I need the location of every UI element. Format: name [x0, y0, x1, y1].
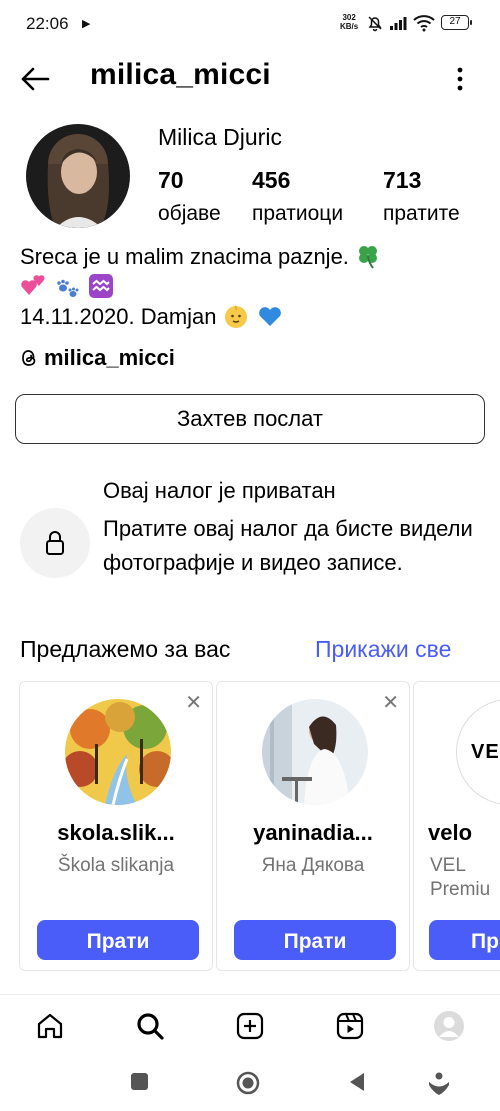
posts-count: 70: [158, 167, 184, 193]
bottom-nav: [0, 994, 500, 1057]
follow-button[interactable]: Пр: [429, 920, 500, 960]
suggestion-card[interactable]: VEL velo VEL Premiu Пр: [413, 681, 500, 971]
media-playing-icon: ▶: [82, 18, 91, 30]
suggestion-username[interactable]: velo: [428, 820, 500, 846]
threads-link[interactable]: milica_micci: [20, 344, 175, 372]
reels-icon[interactable]: [333, 1009, 367, 1043]
follow-button[interactable]: Прати: [37, 920, 199, 960]
suggestion-name: Škola slikanja: [57, 855, 175, 876]
suggestion-name-line-2: Premiu: [430, 879, 491, 900]
suggestion-avatar[interactable]: VEL: [456, 699, 500, 805]
suggestion-name-line-1: VEL: [430, 855, 466, 876]
network-speed-value: 302: [342, 13, 356, 22]
suggestion-name: VEL Premiu: [430, 854, 500, 902]
paw-prints-icon: [57, 279, 79, 297]
new-post-icon[interactable]: [233, 1009, 267, 1043]
suggestion-card[interactable]: ✕ yaninadia... Яна Дякова Прати: [216, 681, 410, 971]
brand-logo-text: VEL: [471, 740, 500, 763]
profile-bio: Sreca je u malim znacima paznje. 14.11.2…: [20, 242, 490, 332]
blue-heart-icon: [258, 307, 281, 326]
threads-icon: [22, 350, 36, 366]
profile-avatar: [26, 124, 130, 228]
followers-label[interactable]: пратиоци: [252, 202, 343, 226]
private-account-title: Овај налог је приватан: [103, 478, 336, 503]
aquarius-icon: [89, 274, 114, 298]
assistant-icon[interactable]: [426, 1071, 452, 1097]
system-navigation-bar: [0, 1056, 500, 1111]
suggestion-username[interactable]: yaninadia...: [217, 820, 409, 846]
wifi-icon: [413, 15, 435, 32]
home-icon[interactable]: [33, 1009, 67, 1043]
threads-handle: milica_micci: [44, 345, 175, 370]
home-circle-icon[interactable]: [236, 1071, 260, 1095]
status-time: 22:06: [26, 14, 69, 33]
recents-square-icon[interactable]: [131, 1073, 148, 1090]
suggestion-name: Яна Дякова: [261, 855, 365, 876]
profile-icon[interactable]: [432, 1009, 466, 1043]
profile-full-name: Milica Djuric: [158, 124, 282, 150]
bell-muted-icon: [368, 16, 382, 32]
following-count[interactable]: 713: [383, 167, 421, 194]
follow-button[interactable]: Прати: [234, 920, 396, 960]
bio-line-3: 14.11.2020. Damjan: [20, 304, 217, 329]
see-all-link[interactable]: Прикажи све: [315, 636, 451, 663]
followers-count[interactable]: 456: [252, 167, 290, 194]
dismiss-close-icon[interactable]: ✕: [185, 690, 202, 715]
network-speed-unit: KB/s: [340, 22, 359, 31]
signal-icon: [390, 17, 407, 30]
suggestion-card[interactable]: ✕ skola.slik... Škola slikanja Прати: [19, 681, 213, 971]
lock-icon: [46, 531, 64, 555]
more-options-icon[interactable]: [452, 66, 468, 92]
suggestion-username[interactable]: skola.slik...: [20, 820, 212, 846]
battery-indicator: 27: [441, 15, 472, 30]
status-bar: 22:06 ▶ 302 KB/s 27: [0, 0, 500, 48]
suggestions-title: Предлажемо за вас: [20, 636, 231, 662]
profile-username-title: milica_micci: [90, 58, 271, 91]
back-arrow-icon[interactable]: [20, 66, 50, 92]
request-sent-button[interactable]: Захтев послат: [15, 394, 485, 444]
private-account-description: Пратите овај налог да бисте видели фотог…: [103, 516, 473, 575]
dismiss-close-icon[interactable]: ✕: [382, 690, 399, 715]
back-triangle-icon[interactable]: [347, 1071, 367, 1093]
baby-face-icon: [224, 305, 247, 328]
four-leaf-clover-icon: [359, 246, 378, 269]
suggestion-avatar[interactable]: [65, 699, 171, 805]
search-icon[interactable]: [133, 1009, 167, 1043]
suggestion-avatar[interactable]: [262, 699, 368, 805]
network-speed: 302 KB/s: [340, 13, 358, 31]
following-label[interactable]: пратите: [383, 202, 460, 226]
lock-badge: [20, 508, 90, 578]
posts-label: објаве: [158, 202, 221, 225]
bio-line-1: Sreca je u malim znacima paznje.: [20, 244, 349, 269]
two-hearts-icon: [21, 275, 45, 295]
